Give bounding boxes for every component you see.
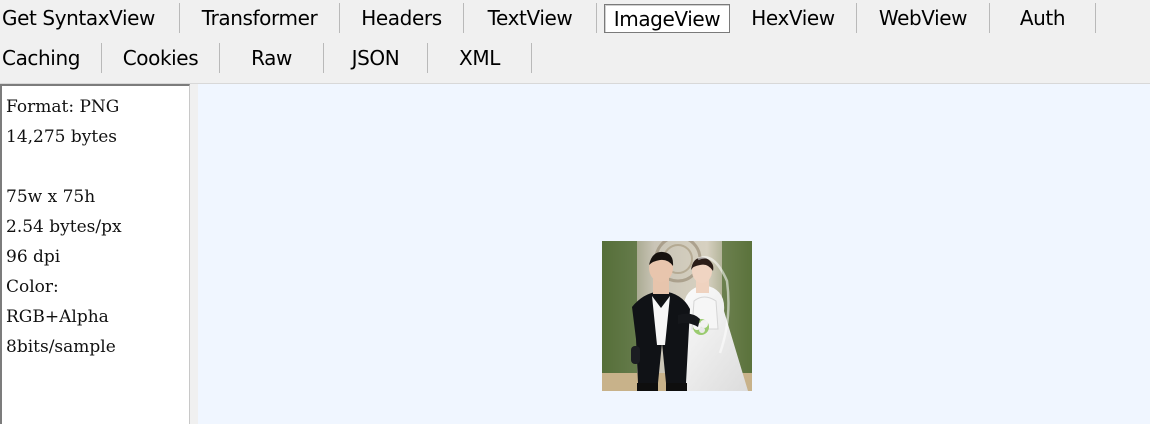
tab-textview[interactable]: TextView xyxy=(464,3,597,33)
info-bytes-per-pixel: 2.54 bytes/px xyxy=(6,217,122,237)
image-info-panel[interactable]: Format: PNG 14,275 bytes 75w x 75h 2.54 … xyxy=(0,84,190,424)
tab-auth[interactable]: Auth xyxy=(990,3,1096,33)
wedding-couple-photo xyxy=(602,241,752,391)
tab-cookies[interactable]: Cookies xyxy=(102,43,220,73)
info-bits-per-sample: 8bits/sample xyxy=(6,337,116,357)
tab-get-syntaxview[interactable]: Get SyntaxView xyxy=(0,3,180,33)
tab-headers[interactable]: Headers xyxy=(340,3,464,33)
info-color-label: Color: xyxy=(6,277,59,297)
info-dpi: 96 dpi xyxy=(6,247,61,267)
info-size-bytes: 14,275 bytes xyxy=(6,127,117,147)
tab-row-2: Caching Cookies Raw JSON XML xyxy=(0,40,532,76)
tab-raw[interactable]: Raw xyxy=(220,43,324,73)
inspector-tab-bar: Get SyntaxView Transformer Headers TextV… xyxy=(0,0,1150,84)
image-preview-area xyxy=(198,84,1150,424)
panel-splitter[interactable] xyxy=(190,84,198,424)
info-blank-line xyxy=(6,152,189,182)
info-dimensions: 75w x 75h xyxy=(6,187,96,207)
tab-webview[interactable]: WebView xyxy=(857,3,990,33)
tab-xml[interactable]: XML xyxy=(428,43,532,73)
tab-imageview[interactable]: ImageView xyxy=(604,4,730,33)
tab-json[interactable]: JSON xyxy=(324,43,428,73)
info-format: Format: PNG xyxy=(6,97,120,117)
tab-transformer[interactable]: Transformer xyxy=(180,3,340,33)
info-color-value: RGB+Alpha xyxy=(6,307,109,327)
tab-caching[interactable]: Caching xyxy=(0,43,102,73)
tab-spacer xyxy=(597,3,604,33)
tab-hexview[interactable]: HexView xyxy=(730,3,857,33)
tab-row-1: Get SyntaxView Transformer Headers TextV… xyxy=(0,0,1096,36)
